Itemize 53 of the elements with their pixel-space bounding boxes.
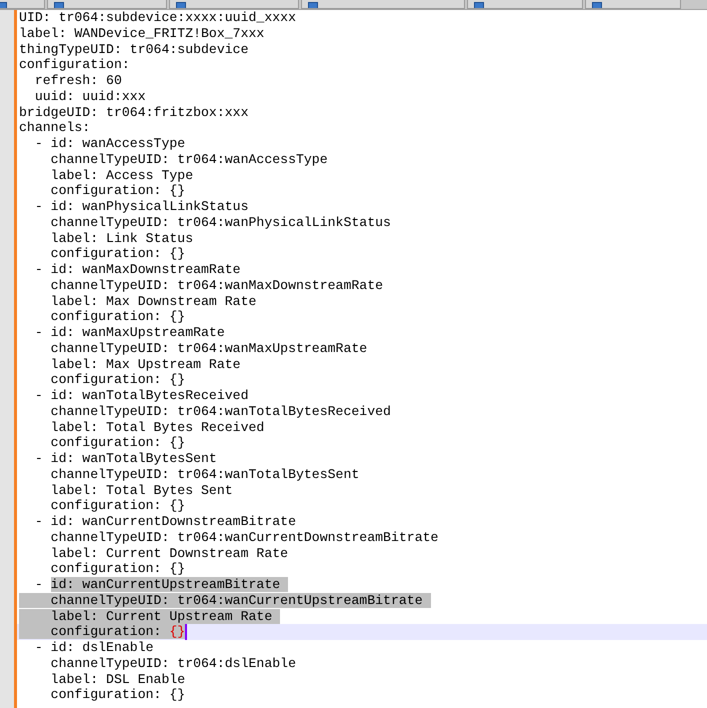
code-line: label: Max Upstream Rate xyxy=(50,356,241,372)
document-icon xyxy=(592,2,602,8)
code-line: - id: wanMaxUpstreamRate xyxy=(34,325,225,341)
text-cursor xyxy=(185,624,188,640)
code-line: - id: wanMaxDownstreamRate xyxy=(34,262,241,278)
document-icon xyxy=(474,2,484,8)
code-line: channelTypeUID: tr064:wanPhysicalLinkStatus xyxy=(50,214,391,230)
code-line: channelTypeUID: tr064:wanAccessType xyxy=(50,152,328,168)
code-line: configuration: {} xyxy=(50,372,186,388)
editor-tab[interactable] xyxy=(169,0,299,9)
code-line: label: WANDevice_FRITZ!Box_7xxx xyxy=(19,26,264,42)
code-line: channelTypeUID: tr064:wanTotalBytesReceived xyxy=(50,404,391,420)
code-line: label: Link Status xyxy=(50,230,194,246)
code-line: label: Total Bytes Received xyxy=(50,420,264,436)
code-line: - id: wanPhysicalLinkStatus xyxy=(34,199,248,215)
code-line: label: Access Type xyxy=(50,168,194,184)
code-line: - id: wanTotalBytesSent xyxy=(34,451,217,467)
code-line: configuration: {} xyxy=(50,435,186,451)
editor-tab[interactable] xyxy=(467,0,583,9)
code-line: channelTypeUID: tr064:wanMaxUpstreamRate xyxy=(50,340,368,356)
code-line: configuration: {} xyxy=(50,246,186,262)
document-icon xyxy=(0,2,7,8)
code-line: channels: xyxy=(19,120,90,136)
code-line: configuration: {} xyxy=(50,498,186,514)
code-line: refresh: 60 xyxy=(34,73,122,89)
editor-tab[interactable] xyxy=(585,0,681,9)
code-line: uuid: uuid:xxx xyxy=(34,88,146,104)
code-line: channelTypeUID: tr064:dslEnable xyxy=(50,656,296,672)
code-line: - id: dslEnable xyxy=(34,640,154,656)
code-line: channelTypeUID: tr064:wanTotalBytesSent xyxy=(50,466,360,482)
code-line: UID: tr064:subdevice:xxxx:uuid_xxxx xyxy=(19,10,296,26)
code-line: configuration: {} xyxy=(50,687,186,703)
code-line: label: DSL Enable xyxy=(50,672,186,688)
code-line: configuration: xyxy=(19,57,130,73)
code-line: label: Max Downstream Rate xyxy=(50,294,256,310)
code-line: - id: wanTotalBytesReceived xyxy=(34,388,248,404)
code-line: - id: wanAccessType xyxy=(34,136,186,152)
code-line: channelTypeUID: tr064:wanMaxDownstreamRate xyxy=(50,278,384,294)
document-icon xyxy=(54,2,64,8)
code-line: thingTypeUID: tr064:subdevice xyxy=(19,42,248,58)
code-line: configuration: {} xyxy=(50,183,186,199)
document-icon xyxy=(176,2,186,8)
document-icon xyxy=(308,2,318,8)
editor-tab[interactable] xyxy=(47,0,167,9)
code-line: channelTypeUID: tr064:wanCurrentDownstreamBitrate xyxy=(50,530,438,546)
code-line: label: Current Downstream Rate xyxy=(50,546,288,562)
code-line: configuration: {} xyxy=(50,561,186,577)
code-line: label: Total Bytes Sent xyxy=(50,482,233,498)
code-line: configuration: {} xyxy=(50,309,186,325)
code-line: configuration: {} xyxy=(19,624,186,640)
editor-tab[interactable] xyxy=(301,0,465,9)
code-line: - id: wanCurrentDownstreamBitrate xyxy=(34,514,296,530)
code-line: bridgeUID: tr064:fritzbox:xxx xyxy=(19,104,248,120)
